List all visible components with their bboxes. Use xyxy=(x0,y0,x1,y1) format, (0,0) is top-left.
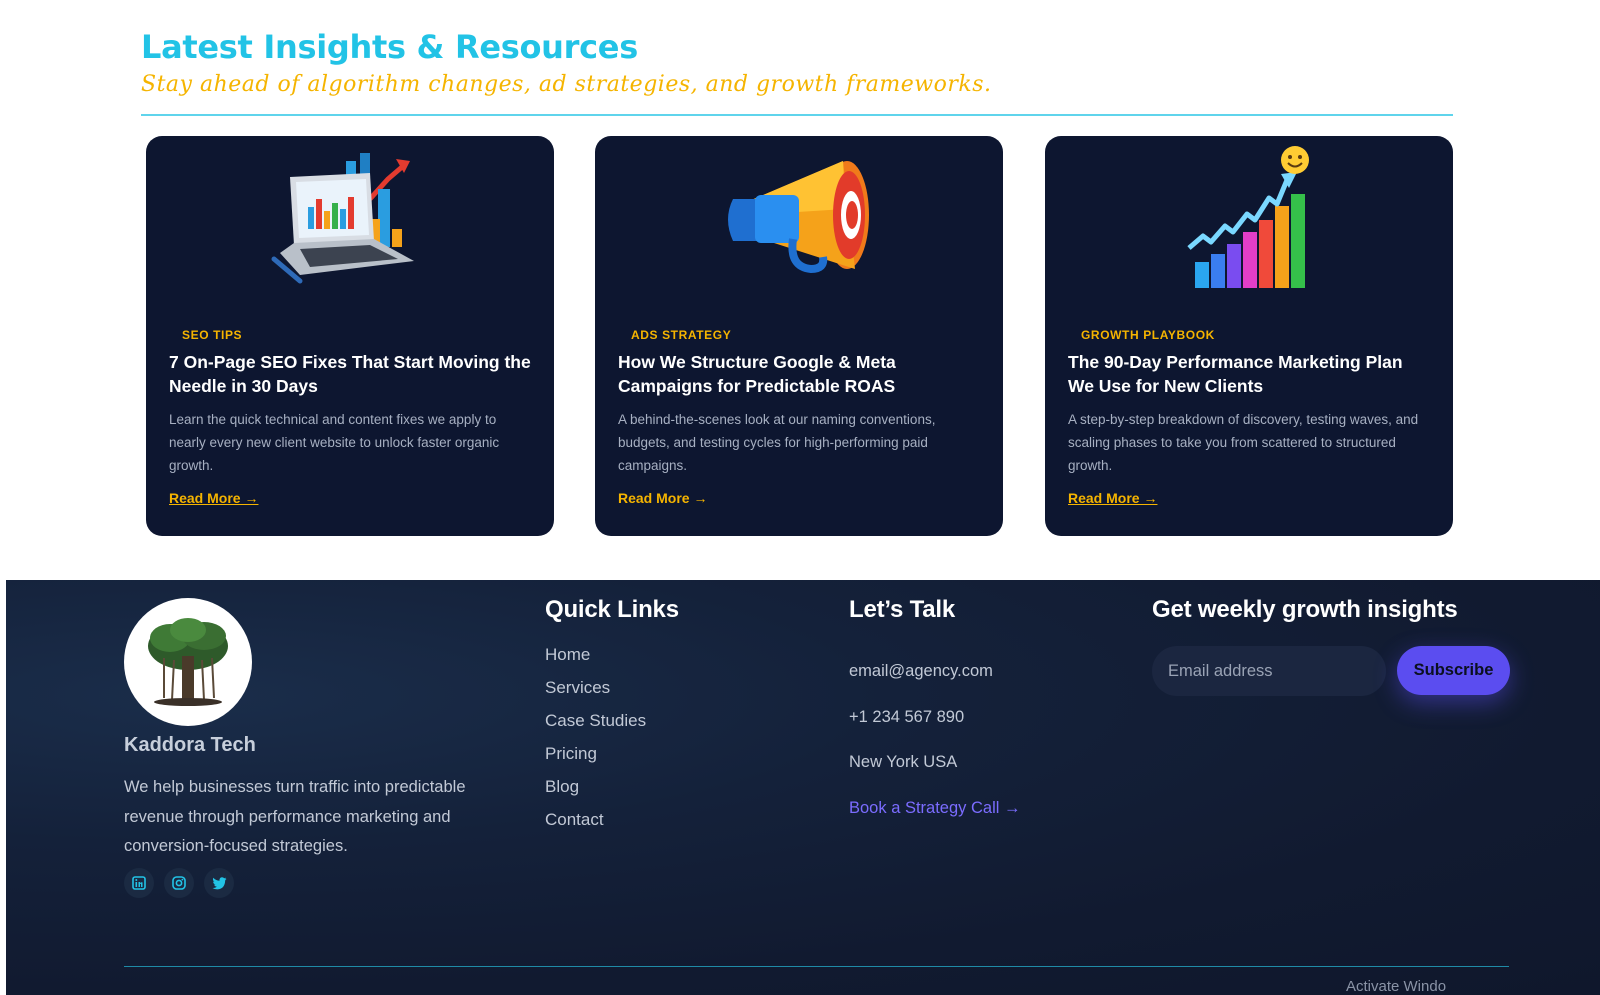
footer-link-services[interactable]: Services xyxy=(545,676,646,709)
card-title[interactable]: The 90-Day Performance Marketing Plan We… xyxy=(1068,350,1433,398)
read-more-link[interactable]: Read More → xyxy=(618,490,707,506)
card-description: A behind-the-scenes look at our naming c… xyxy=(618,412,936,473)
footer-link-pricing[interactable]: Pricing xyxy=(545,742,646,775)
instagram-icon[interactable] xyxy=(164,868,194,898)
footer-bottom-text: Activate Windo xyxy=(1346,978,1447,995)
insight-card-growth[interactable]: GROWTH PLAYBOOK The 90-Day Performance M… xyxy=(1045,136,1453,536)
newsletter-heading: Get weekly growth insights xyxy=(1152,596,1458,623)
newsletter-email-input[interactable] xyxy=(1152,646,1386,696)
growth-bars-icon xyxy=(1045,144,1453,294)
footer-link-case-studies[interactable]: Case Studies xyxy=(545,709,646,742)
insights-title: Latest Insights & Resources xyxy=(141,28,638,66)
twitter-icon[interactable] xyxy=(204,868,234,898)
contact-info: email@agency.com +1 234 567 890 New York… xyxy=(849,659,1021,841)
site-footer: Kaddora Tech We help businesses turn tra… xyxy=(6,580,1600,995)
insights-divider xyxy=(141,114,1453,116)
brand-description: We help businesses turn traffic into pre… xyxy=(124,778,466,855)
read-more-link[interactable]: Read More → xyxy=(169,490,258,506)
megaphone-icon xyxy=(595,144,1003,294)
read-more-link[interactable]: Read More → xyxy=(1068,490,1157,506)
contact-location: New York USA xyxy=(849,753,958,771)
linkedin-icon[interactable] xyxy=(124,868,154,898)
contact-heading: Let’s Talk xyxy=(849,596,956,623)
insights-section: Latest Insights & Resources Stay ahead o… xyxy=(0,0,1600,580)
card-description: A step-by-step breakdown of discovery, t… xyxy=(1068,412,1419,473)
brand-name: Kaddora Tech xyxy=(124,734,256,756)
tree-icon xyxy=(124,598,252,726)
insight-card-ads[interactable]: ADS STRATEGY How We Structure Google & M… xyxy=(595,136,1003,536)
footer-link-blog[interactable]: Blog xyxy=(545,775,646,808)
insights-subtitle: Stay ahead of algorithm changes, ad stra… xyxy=(141,72,992,97)
quick-links-list: Home Services Case Studies Pricing Blog … xyxy=(545,643,646,841)
laptop-chart-icon xyxy=(146,144,554,294)
footer-link-contact[interactable]: Contact xyxy=(545,808,646,841)
card-title[interactable]: 7 On-Page SEO Fixes That Start Moving th… xyxy=(169,350,534,398)
card-tag: ADS STRATEGY xyxy=(631,328,732,342)
card-tag: GROWTH PLAYBOOK xyxy=(1081,328,1215,342)
quick-links-heading: Quick Links xyxy=(545,596,679,623)
contact-phone[interactable]: +1 234 567 890 xyxy=(849,705,1021,751)
footer-link-home[interactable]: Home xyxy=(545,643,646,676)
subscribe-button[interactable]: Subscribe xyxy=(1397,646,1510,695)
book-strategy-call-link[interactable]: Book a Strategy Call → xyxy=(849,796,1021,842)
card-tag: SEO TIPS xyxy=(182,328,243,342)
social-links xyxy=(124,868,234,898)
card-description: Learn the quick technical and content fi… xyxy=(169,412,500,473)
insight-card-seo[interactable]: SEO TIPS 7 On-Page SEO Fixes That Start … xyxy=(146,136,554,536)
card-title[interactable]: How We Structure Google & Meta Campaigns… xyxy=(618,350,983,398)
contact-email[interactable]: email@agency.com xyxy=(849,659,1021,705)
footer-divider xyxy=(124,966,1509,967)
